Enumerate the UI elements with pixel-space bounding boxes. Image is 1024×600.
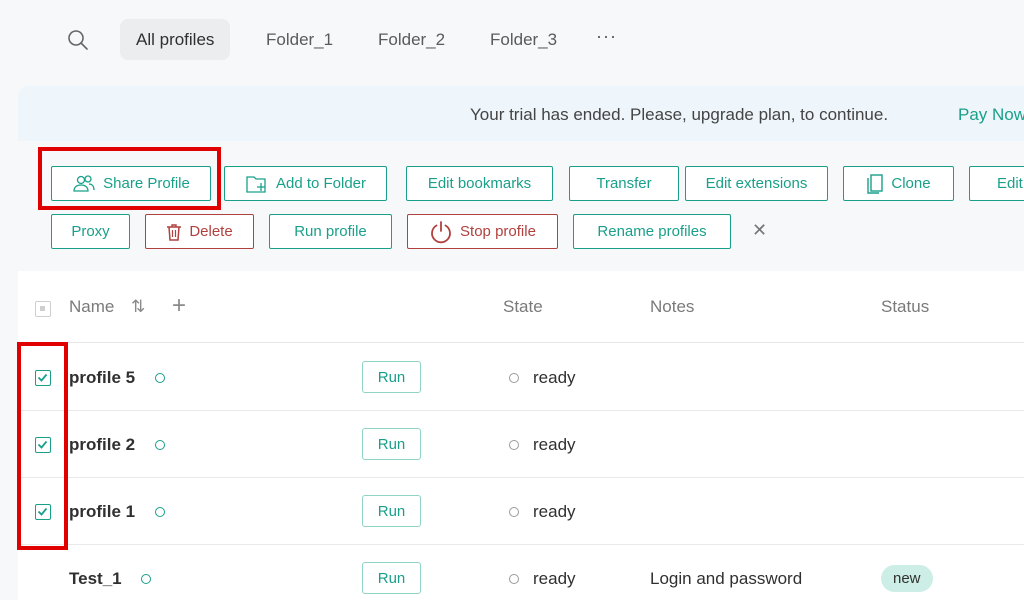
table-row[interactable]: profile 5 Run ready [18,344,1024,411]
state-dot [509,507,519,517]
sort-icon[interactable]: ⇅ [131,297,145,317]
app-root: All profiles Folder_1 Folder_2 Folder_3 … [0,0,1024,600]
profile-name[interactable]: profile 5 [69,368,135,388]
run-button[interactable]: Run [362,428,421,460]
tab-all-profiles[interactable]: All profiles [120,19,231,60]
edit-button[interactable]: Edit [969,166,1024,201]
state-dot [509,440,519,450]
run-button[interactable]: Run [362,495,421,527]
table-row[interactable]: profile 1 Run ready [18,478,1024,545]
edit-label: Edit [997,175,1023,192]
edit-extensions-label: Edit extensions [705,175,808,192]
state-text: ready [533,569,576,588]
state-dot [509,574,519,584]
rename-profiles-button[interactable]: Rename profiles [573,214,731,249]
tab-folder-2[interactable]: Folder_2 [362,19,461,60]
profile-name[interactable]: profile 1 [69,502,135,522]
column-status: Status [881,297,930,316]
state-dot [509,373,519,383]
run-profile-label: Run profile [294,223,367,240]
close-icon[interactable]: ✕ [752,220,767,241]
column-state: State [503,297,543,316]
tab-folder-1[interactable]: Folder_1 [250,19,349,60]
tab-folder-3[interactable]: Folder_3 [474,19,573,60]
clone-label: Clone [891,175,931,192]
stop-profile-label: Stop profile [460,223,536,240]
trial-banner-text: Your trial has ended. Please, upgrade pl… [470,105,889,124]
folder-add-icon [246,175,266,193]
state-text: ready [533,368,576,387]
profile-name[interactable]: profile 2 [69,435,135,455]
profile-status-dot [155,507,165,517]
add-to-folder-button[interactable]: Add to Folder [224,166,387,201]
proxy-button[interactable]: Proxy [51,214,130,249]
column-name[interactable]: Name [69,297,114,317]
profile-status-dot [155,373,165,383]
trash-icon [167,223,182,241]
more-tabs-icon[interactable]: ··· [596,26,617,47]
profile-status-dot [155,440,165,450]
profile-name[interactable]: Test_1 [69,569,122,589]
table-row[interactable]: profile 2 Run ready [18,411,1024,478]
edit-bookmarks-label: Edit bookmarks [427,175,532,192]
table-row[interactable]: Test_1 Run ready Login and password new [18,545,1024,600]
status-badge: new [881,565,933,592]
proxy-label: Proxy [71,223,110,240]
column-notes: Notes [650,297,695,316]
copy-icon [867,173,884,194]
selected-checkboxes-highlight [17,342,68,550]
transfer-button[interactable]: Transfer [569,166,679,201]
pay-now-link[interactable]: Pay Now [958,105,1024,125]
share-profile-highlight [38,147,221,210]
state-text: ready [533,502,576,521]
search-icon[interactable] [66,28,90,52]
add-column-icon[interactable]: + [172,292,186,320]
notes-text[interactable]: Login and password [650,569,802,589]
profile-status-dot [141,574,151,584]
run-profile-button[interactable]: Run profile [269,214,392,249]
select-all-checkbox[interactable] [35,301,51,317]
power-icon [431,220,451,243]
run-button[interactable]: Run [362,361,421,393]
run-button[interactable]: Run [362,562,421,594]
edit-bookmarks-button[interactable]: Edit bookmarks [406,166,553,201]
transfer-label: Transfer [596,175,652,192]
delete-button[interactable]: Delete [145,214,254,249]
trial-banner: Your trial has ended. Please, upgrade pl… [18,86,1024,141]
edit-extensions-button[interactable]: Edit extensions [685,166,828,201]
delete-label: Delete [189,223,233,240]
clone-button[interactable]: Clone [843,166,954,201]
rename-profiles-label: Rename profiles [597,223,707,240]
add-to-folder-label: Add to Folder [275,175,367,192]
stop-profile-button[interactable]: Stop profile [407,214,558,249]
table-header: Name ⇅ + State Notes Status [18,271,1024,343]
state-text: ready [533,435,576,454]
